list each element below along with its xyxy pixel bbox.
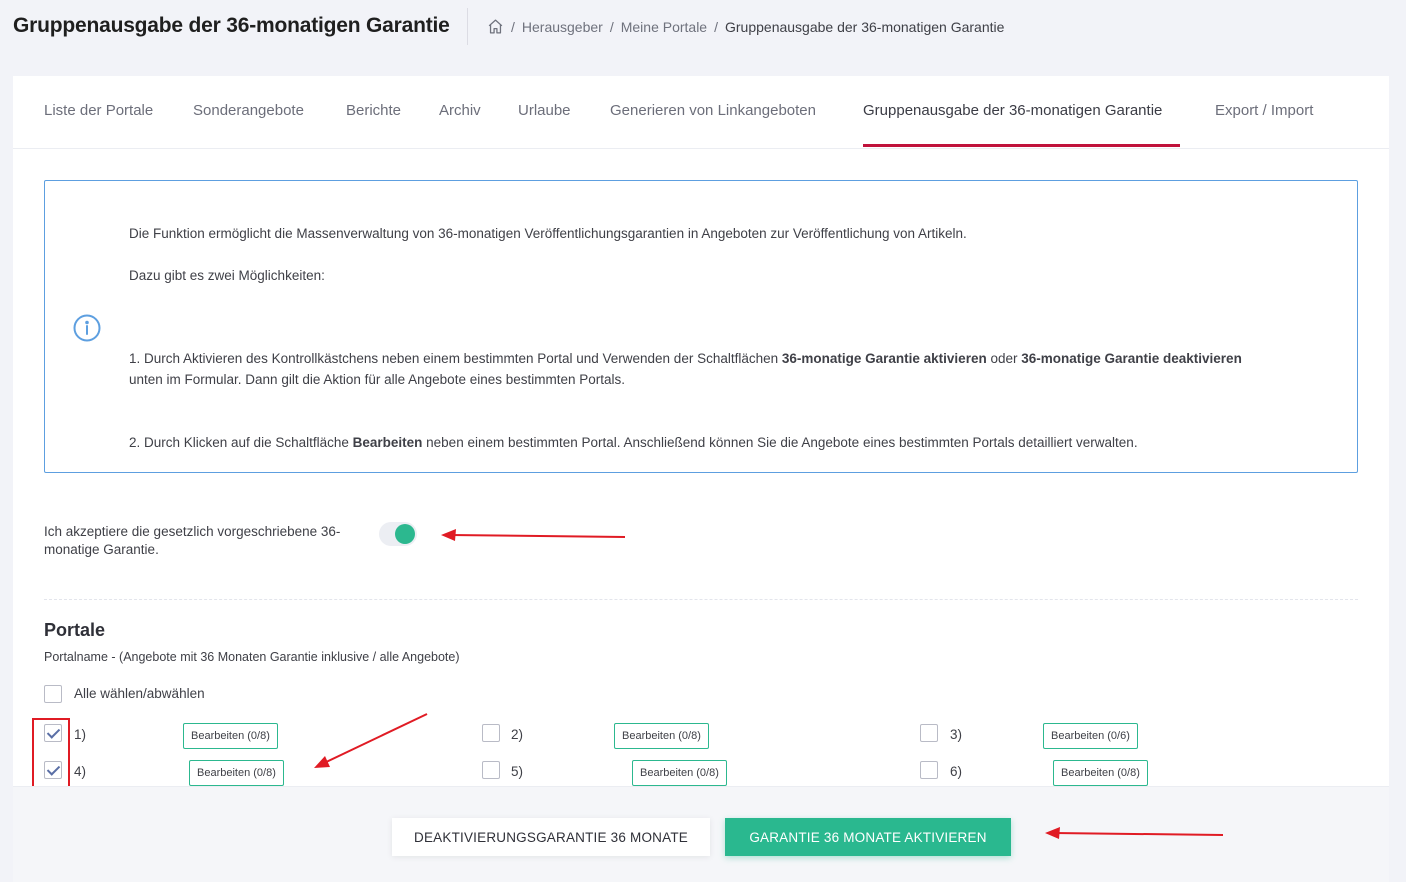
portal-checkbox-2[interactable]: [482, 724, 500, 742]
edit-portal-1-button[interactable]: Bearbeiten (0/8): [183, 723, 278, 749]
info-option-2-text-end: neben einem bestimmten Portal. Anschließ…: [422, 435, 1138, 450]
portals-subtitle: Portalname - (Angebote mit 36 Monaten Ga…: [44, 650, 460, 664]
active-tab-indicator: [863, 144, 1180, 147]
section-divider: [44, 599, 1358, 600]
activate-guarantee-button[interactable]: GARANTIE 36 MONATE AKTIVIEREN: [725, 818, 1011, 856]
tab-reports[interactable]: Berichte: [346, 102, 401, 119]
consent-toggle[interactable]: [379, 522, 417, 546]
info-icon: [73, 314, 101, 342]
tab-bar: Liste der Portale Sonderangebote Bericht…: [13, 76, 1389, 149]
annotation-highlight-box: [32, 718, 70, 790]
portals-title: Portale: [44, 620, 106, 640]
edit-portal-6-button[interactable]: Bearbeiten (0/8): [1053, 760, 1148, 786]
info-option-2-bold: Bearbeiten: [352, 435, 423, 450]
consent-label: Ich akzeptiere die gesetzlich vorgeschri…: [44, 524, 341, 557]
breadcrumb-separator: /: [511, 18, 515, 35]
tab-portal-list[interactable]: Liste der Portale: [44, 102, 153, 119]
portal-checkbox-6[interactable]: [920, 761, 938, 779]
info-option-2-text: 2. Durch Klicken auf die Schaltfläche: [129, 435, 353, 450]
tab-holidays[interactable]: Urlaube: [518, 102, 571, 119]
tab-archive[interactable]: Archiv: [439, 102, 481, 119]
info-option-1-bold-deactivate: 36-monatige Garantie deaktivieren: [1021, 351, 1242, 366]
breadcrumb-separator: /: [609, 18, 614, 35]
main-card: Liste der Portale Sonderangebote Bericht…: [13, 76, 1389, 882]
edit-portal-2-button[interactable]: Bearbeiten (0/8): [614, 723, 709, 749]
select-all-checkbox[interactable]: [44, 685, 62, 703]
info-option-1-bold-activate: 36-monatige Garantie aktivieren: [781, 351, 987, 366]
portal-label-4: 4): [74, 764, 87, 779]
home-icon[interactable]: [487, 18, 504, 35]
edit-portal-4-button[interactable]: Bearbeiten (0/8): [189, 760, 284, 786]
info-options-intro: Dazu gibt es zwei Möglichkeiten:: [129, 268, 325, 283]
portal-label-2: 2): [511, 727, 524, 742]
edit-portal-5-button[interactable]: Bearbeiten (0/8): [632, 760, 727, 786]
breadcrumb-publisher[interactable]: Herausgeber: [522, 19, 603, 35]
breadcrumb-separator: /: [714, 18, 718, 35]
deactivate-guarantee-button[interactable]: Deaktivierungsgarantie 36 Monate: [392, 818, 710, 856]
top-bar: Gruppenausgabe der 36-monatigen Garantie…: [0, 0, 1406, 54]
select-all-label: Alle wählen/abwählen: [74, 686, 205, 701]
tab-group-guarantee[interactable]: Gruppenausgabe der 36-monatigen Garantie: [863, 102, 1162, 119]
tab-export-import[interactable]: Export / Import: [1215, 102, 1313, 119]
info-option-2: 2. Durch Klicken auf die Schaltfläche Be…: [129, 432, 1329, 453]
portal-label-3: 3): [950, 727, 963, 742]
info-option-1: 1. Durch Aktivieren des Kontrollkästchen…: [129, 348, 1329, 390]
breadcrumb: / Herausgeber / Meine Portale / Gruppena…: [487, 18, 1004, 35]
title-divider: [467, 8, 468, 45]
info-option-1-or: oder: [986, 351, 1022, 366]
info-option-1-text-end: unten im Formular. Dann gilt die Aktion …: [129, 372, 626, 387]
page-title: Gruppenausgabe der 36-monatigen Garantie: [13, 14, 450, 37]
toggle-knob: [395, 524, 415, 544]
breadcrumb-current: Gruppenausgabe der 36-monatigen Garantie: [725, 18, 1005, 35]
portal-label-1: 1): [74, 727, 87, 742]
tab-special-offers[interactable]: Sonderangebote: [193, 102, 304, 119]
info-option-1-text: 1. Durch Aktivieren des Kontrollkästchen…: [129, 351, 782, 366]
portal-label-6: 6): [950, 764, 963, 779]
form-footer: Deaktivierungsgarantie 36 Monate GARANTI…: [13, 786, 1389, 882]
breadcrumb-my-portals[interactable]: Meine Portale: [621, 19, 707, 35]
info-box: Die Funktion ermöglicht die Massenverwal…: [44, 180, 1358, 473]
tab-link-offers[interactable]: Generieren von Linkangeboten: [610, 102, 816, 119]
edit-portal-3-button[interactable]: Bearbeiten (0/6): [1043, 723, 1138, 749]
portal-checkbox-3[interactable]: [920, 724, 938, 742]
portal-checkbox-5[interactable]: [482, 761, 500, 779]
info-description: Die Funktion ermöglicht die Massenverwal…: [129, 226, 967, 241]
portal-label-5: 5): [511, 764, 524, 779]
